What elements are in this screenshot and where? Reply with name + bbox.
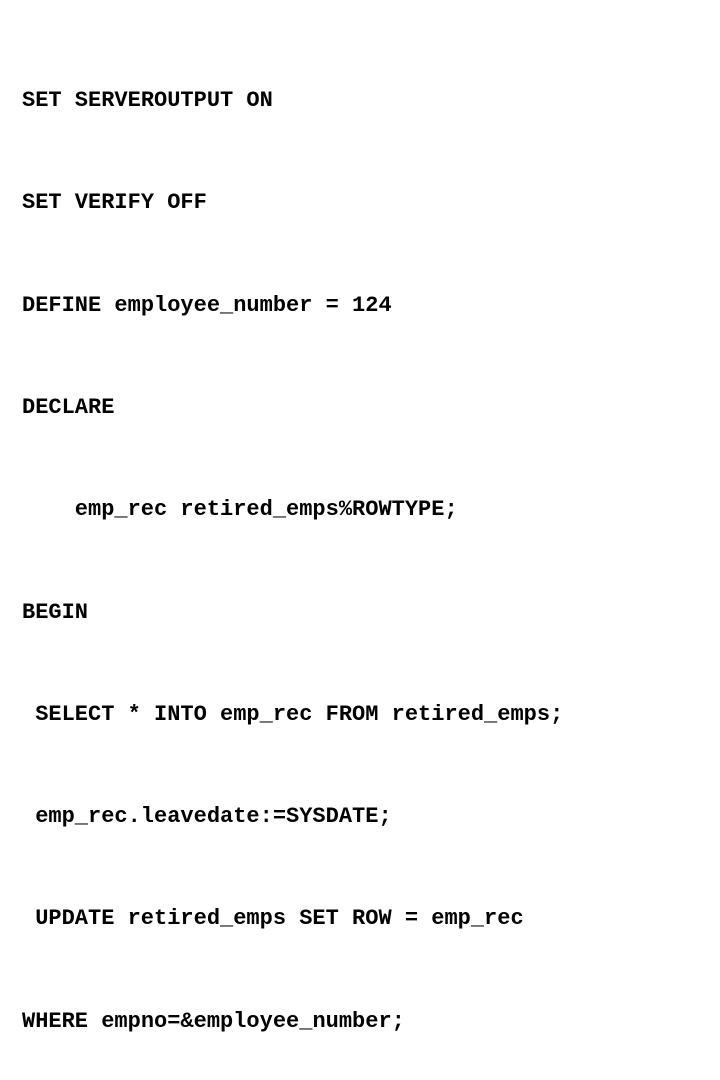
code-line: WHERE empno=&employee_number; — [22, 1005, 698, 1039]
code-line: SELECT * INTO emp_rec FROM retired_emps; — [22, 698, 698, 732]
code-line: SET SERVEROUTPUT ON — [22, 84, 698, 118]
code-line: emp_rec.leavedate:=SYSDATE; — [22, 800, 698, 834]
code-line: DECLARE — [22, 391, 698, 425]
code-line: DEFINE employee_number = 124 — [22, 289, 698, 323]
code-line: BEGIN — [22, 596, 698, 630]
code-line: UPDATE retired_emps SET ROW = emp_rec — [22, 902, 698, 936]
code-line: SET VERIFY OFF — [22, 186, 698, 220]
plsql-code-block: SET SERVEROUTPUT ON SET VERIFY OFF DEFIN… — [22, 16, 698, 1080]
code-line: emp_rec retired_emps%ROWTYPE; — [22, 493, 698, 527]
